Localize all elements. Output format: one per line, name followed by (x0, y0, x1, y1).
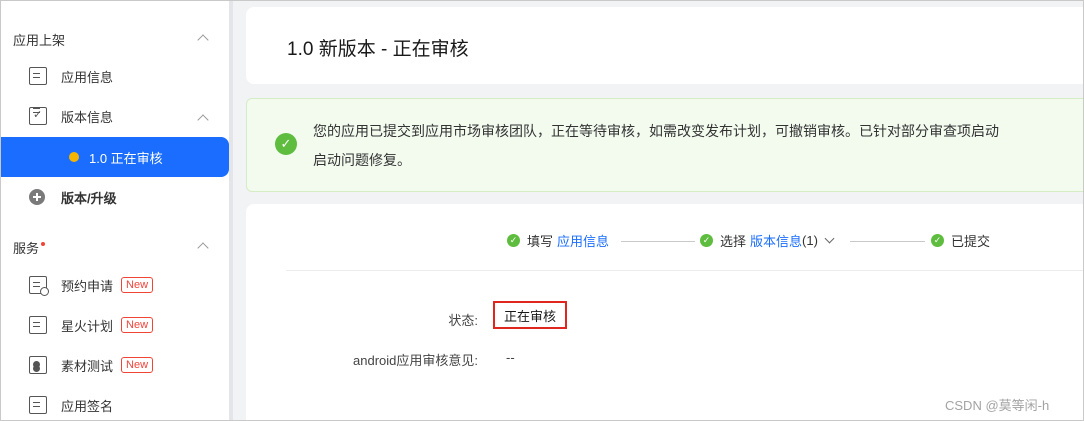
success-check-icon: ✓ (275, 133, 297, 155)
chevron-up-icon[interactable] (197, 114, 209, 126)
section-app-listing-label: 应用上架 (13, 33, 66, 48)
document-signature-icon (29, 396, 47, 414)
step-label: 已提交 (951, 234, 991, 249)
page-title: 1.0 新版本 - 正在审核 (287, 39, 469, 60)
sidebar-item-label: 素材测试 (61, 358, 114, 374)
version-count: (1) (802, 233, 818, 248)
step-fill-info: ✓ 填写 应用信息 (507, 231, 609, 250)
new-badge: New (121, 317, 154, 333)
alert-text: 您的应用已提交到应用市场审核团队，正在等待审核，如需改变发布计划，可撤销审核。已… (313, 117, 1083, 175)
document-icon (29, 67, 47, 85)
info-alert: ✓ 您的应用已提交到应用市场审核团队，正在等待审核，如需改变发布计划，可撤销审核… (246, 98, 1083, 192)
sidebar-item-label: 版本/升级 (61, 190, 117, 206)
sidebar-item-active-version[interactable]: 1.0 正在审核 (1, 137, 229, 177)
document-clock-icon (29, 276, 49, 296)
section-app-listing[interactable]: 应用上架 (13, 30, 65, 49)
step-connector (621, 241, 695, 242)
sidebar-item-version-upgrade[interactable]: 版本/升级 (29, 181, 117, 213)
sidebar-item-label: 1.0 正在审核 (89, 150, 163, 166)
sidebar: 应用上架 应用信息 版本信息 1.0 正在审核 版本/升级 服务 预约申请 (1, 1, 229, 420)
step-check-icon: ✓ (507, 234, 520, 247)
chevron-down-icon[interactable] (824, 233, 835, 244)
new-badge: New (121, 277, 154, 293)
new-badge: New (121, 357, 154, 373)
version-info-link[interactable]: 版本信息 (750, 231, 802, 250)
section-divider (286, 270, 1083, 271)
sidebar-item-label: 应用签名 (61, 398, 114, 414)
status-label: 状态: (448, 313, 478, 328)
document-check-icon (29, 107, 47, 125)
plus-circle-icon (29, 189, 45, 205)
chevron-up-icon[interactable] (197, 242, 209, 254)
sidebar-item-spark-plan[interactable]: 星火计划 New (29, 309, 154, 341)
alert-line-2: 启动问题修复。 (313, 152, 411, 168)
step-connector (850, 241, 925, 242)
section-services[interactable]: 服务 (13, 238, 46, 257)
sidebar-item-material-test[interactable]: 素材测试 New (29, 349, 154, 381)
chevron-up-icon[interactable] (197, 34, 209, 46)
status-value: 正在审核 (493, 301, 567, 329)
sidebar-item-label: 版本信息 (61, 109, 114, 125)
watermark: CSDN @莫等闲-h (945, 398, 1050, 413)
section-services-label: 服务 (13, 241, 40, 256)
sidebar-item-app-info[interactable]: 应用信息 (29, 60, 113, 92)
sidebar-item-version-info[interactable]: 版本信息 (29, 100, 113, 132)
sidebar-item-label: 应用信息 (61, 69, 114, 85)
review-opinion-value: -- (506, 350, 515, 365)
step-check-icon: ✓ (931, 234, 944, 247)
sidebar-item-app-signature[interactable]: 应用签名 (29, 389, 114, 420)
status-dot-icon (69, 152, 79, 162)
sidebar-item-label: 预约申请 (61, 278, 114, 294)
sidebar-divider (229, 1, 233, 420)
app-info-link[interactable]: 应用信息 (557, 231, 609, 250)
alert-line-1: 您的应用已提交到应用市场审核团队，正在等待审核，如需改变发布计划，可撤销审核。已… (313, 123, 999, 139)
envelope-icon (29, 316, 47, 334)
review-opinion-label: android应用审核意见: (353, 353, 478, 368)
step-check-icon: ✓ (700, 234, 713, 247)
step-label: 选择 (720, 234, 747, 249)
notification-dot (41, 241, 46, 246)
sidebar-item-reservation[interactable]: 预约申请 New (29, 269, 154, 301)
step-label: 填写 (527, 234, 554, 249)
app-window: 应用上架 应用信息 版本信息 1.0 正在审核 版本/升级 服务 预约申请 (0, 0, 1084, 421)
image-icon (29, 356, 47, 374)
step-select-version: ✓ 选择 版本信息 (1) (700, 231, 835, 250)
step-submitted: ✓ 已提交 (931, 231, 990, 250)
sidebar-item-label: 星火计划 (61, 318, 114, 334)
